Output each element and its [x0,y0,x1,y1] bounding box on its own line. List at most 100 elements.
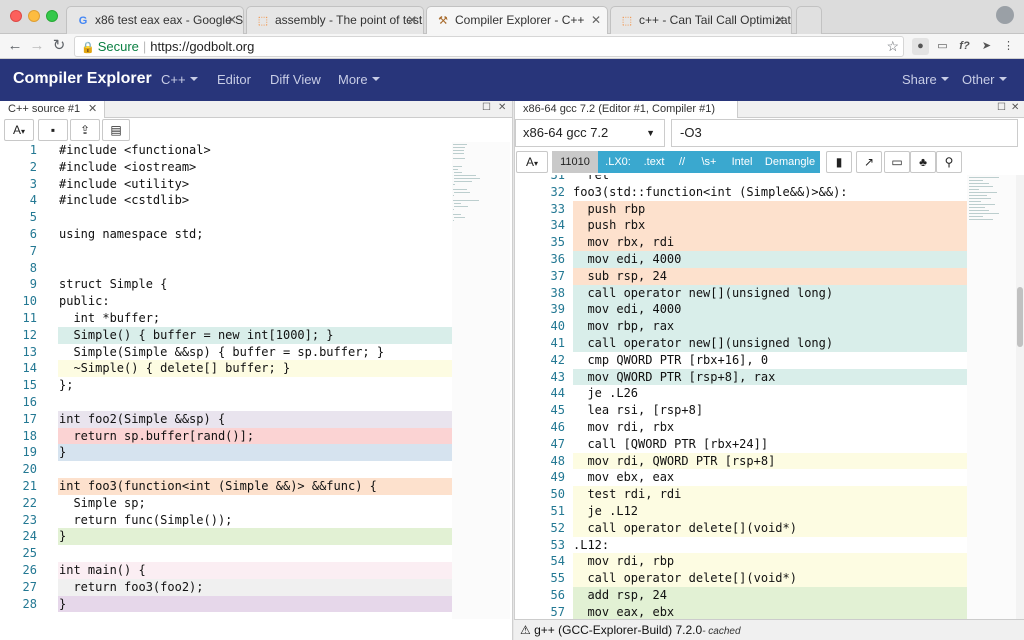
warning-icon[interactable]: ⚠ [520,623,531,637]
tree-icon[interactable]: ♣ [910,151,936,173]
asm-tab[interactable]: x86-64 gcc 7.2 (Editor #1, Compiler #1) [515,101,738,118]
address-bar[interactable]: 🔒 Secure | https://godbolt.org ☆ [74,36,904,57]
other-menu[interactable]: Other [962,72,1007,87]
code-text: }; [59,378,74,393]
code-line: 25 [0,545,452,562]
close-tab-icon[interactable]: ✕ [407,13,417,27]
output-icon[interactable]: ▭ [884,151,910,173]
close-window-button[interactable] [10,10,22,22]
templates-icon[interactable]: ▤ [102,119,130,141]
code-text: } [59,596,67,611]
menu-icon[interactable]: ⋮ [1000,38,1017,55]
code-line: 1 #include <functional> [0,142,452,159]
code-line: 19} [0,444,452,462]
zoom-window-button[interactable] [46,10,58,22]
diff-view-link[interactable]: Diff View [270,72,321,87]
filter-directives[interactable]: .text [638,151,670,173]
close-pane-icon[interactable]: ✕ [498,102,506,113]
code-line: 45 lea rsi, [rsp+8] [515,402,967,419]
maximize-icon[interactable]: ☐ [997,102,1006,113]
google-icon: G [78,15,88,27]
close-pane-icon[interactable]: ✕ [1011,102,1019,113]
source-minimap[interactable] [452,142,510,619]
code-text: struct Simple { [59,277,168,292]
upload-icon[interactable]: ⇪ [70,119,100,141]
code-line: 48 mov rdi, QWORD PTR [rsp+8] [515,452,967,470]
share-menu[interactable]: Share [902,72,949,87]
close-tab-icon[interactable]: ✕ [775,13,785,27]
line-number: 4 [29,193,37,208]
code-line: 55 call operator delete[](void*) [515,570,967,587]
filter-intel[interactable]: Intel [724,151,760,173]
close-tab-icon[interactable]: ✕ [591,13,601,27]
browser-tab-1[interactable]: G x86 test eax eax - Google Sea ✕ [66,6,244,34]
compiler-select-value: x86-64 gcc 7.2 [523,125,609,140]
filter-comments[interactable]: // [670,151,694,173]
line-number: 7 [29,243,37,258]
new-tab-button[interactable] [796,6,822,34]
extension-icon[interactable]: ● [912,38,929,55]
brand-logo[interactable]: Compiler Explorer [13,70,152,88]
pin-icon[interactable]: ⚲ [936,151,962,173]
back-arrow-icon[interactable]: ← [6,37,24,55]
code-line: 49 mov ebx, eax [515,469,967,486]
asm-scrollbar[interactable] [1016,175,1024,619]
source-tab-title: C++ source #1 [8,103,81,115]
code-line: 43 mov QWORD PTR [rsp+8], rax [515,368,967,386]
close-icon[interactable]: ✕ [88,102,97,115]
save-icon[interactable]: ▪ [38,119,68,141]
code-text: call [QWORD PTR [rbx+24]] [573,436,769,451]
code-text: Simple(Simple &&sp) { buffer = sp.buffer… [59,344,385,359]
compiler-options-input[interactable]: -O3 [671,119,1018,147]
lock-icon: 🔒 [81,42,95,54]
browser-tab-2[interactable]: ⬚ assembly - The point of test % ✕ [246,6,424,34]
filter-labels[interactable]: .LX0: [598,151,638,173]
code-text: using namespace std; [59,227,204,241]
browser-tab-3[interactable]: ⚒ Compiler Explorer - C++ ✕ [426,6,608,35]
caret-down-icon: ▾ [534,159,539,168]
browser-tab-4[interactable]: ⬚ c++ - Can Tail Call Optimizatio ✕ [610,6,792,34]
close-tab-icon[interactable]: ✕ [227,13,237,27]
tab-title: assembly - The point of test % [275,13,424,27]
function-extension-icon[interactable]: f? [956,38,973,55]
font-size-button[interactable]: A▾ [4,119,34,141]
minimize-window-button[interactable] [28,10,40,22]
asm-output[interactable]: 31 ret 32 foo3(std::function<int (Simple&&… [515,175,967,619]
compiler-select[interactable]: x86-64 gcc 7.2 ▼ [515,119,665,147]
code-line: 7 [0,243,452,260]
filter-whitespace[interactable]: \s+ [694,151,724,173]
forward-arrow-icon[interactable]: → [28,37,46,55]
profile-icon[interactable] [996,6,1014,24]
source-pane-header: C++ source #1 ✕ ☐ ✕ [0,101,512,118]
code-text: test rdi, rdi [573,487,682,502]
language-menu[interactable]: C++ [161,72,198,87]
line-number: 56 [550,588,565,602]
more-menu[interactable]: More [338,72,380,87]
line-number: 19 [22,445,37,460]
code-text: ~Simple() { delete[] buffer; } [59,361,291,376]
code-text: mov edi, 4000 [573,252,682,266]
book-icon[interactable]: ▮ [826,151,852,173]
code-text: int foo2(Simple &&sp) { [59,411,226,426]
source-editor[interactable]: 1 #include <functional> 2 #include <iostrea… [0,142,452,619]
code-text: #include <cstdlib> [59,193,190,208]
line-number: 54 [550,554,565,569]
bookmark-star-icon[interactable]: ☆ [886,37,899,56]
reload-icon[interactable]: ↻ [50,37,68,55]
editor-link[interactable]: Editor [217,72,251,87]
open-external-icon[interactable]: ↗ [856,151,882,173]
maximize-icon[interactable]: ☐ [482,102,491,113]
code-line: 42 cmp QWORD PTR [rbx+16], 0 [515,352,967,369]
asm-minimap[interactable] [967,175,1016,619]
code-line: 20 [0,461,452,478]
line-number: 6 [29,227,37,241]
source-tab[interactable]: C++ source #1 ✕ [0,101,106,118]
filter-binary[interactable]: 11010 [552,151,598,173]
send-icon[interactable]: ➤ [978,38,995,55]
asm-font-size-button[interactable]: A▾ [516,151,548,173]
code-text: #include <iostream> [59,159,197,174]
cast-icon[interactable]: ▭ [934,38,951,55]
filter-demangle[interactable]: Demangle [760,151,820,173]
code-line: 4 #include <cstdlib> [0,192,452,209]
asm-scroll-thumb[interactable] [1017,287,1023,347]
